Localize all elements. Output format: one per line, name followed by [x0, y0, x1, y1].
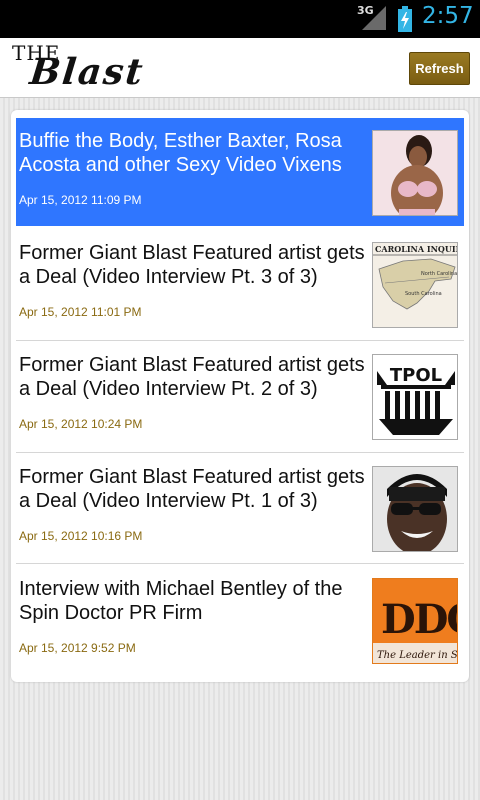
article-thumbnail	[372, 466, 458, 552]
thumb-map-label: South Carolina	[405, 291, 442, 297]
article-title: Interview with Michael Bentley of the Sp…	[19, 578, 343, 624]
clock: 2:57	[422, 3, 474, 29]
thumb-logo-text: TPOL	[390, 365, 442, 386]
article-title: Former Giant Blast Featured artist gets …	[19, 354, 365, 400]
article-date: Apr 15, 2012 11:01 PM	[19, 305, 142, 319]
refresh-button[interactable]: Refresh	[409, 52, 470, 85]
thumb-map-label: North Carolina	[421, 271, 457, 277]
divider	[16, 452, 464, 453]
article-title: Former Giant Blast Featured artist gets …	[19, 466, 365, 512]
article-item[interactable]: Former Giant Blast Featured artist gets …	[16, 454, 464, 562]
article-item[interactable]: Interview with Michael Bentley of the Sp…	[16, 566, 464, 674]
article-title: Former Giant Blast Featured artist gets …	[19, 242, 365, 288]
article-date: Apr 15, 2012 10:24 PM	[19, 417, 143, 431]
battery-charging-icon	[398, 6, 412, 32]
divider	[16, 563, 464, 564]
article-item[interactable]: Buffie the Body, Esther Baxter, Rosa Aco…	[16, 118, 464, 226]
article-date: Apr 15, 2012 9:52 PM	[19, 641, 136, 655]
app-header: THE Blast Refresh	[0, 38, 480, 98]
article-thumbnail: CAROLINA INQUIRE North Carolina South Ca…	[372, 242, 458, 328]
signal-icon	[362, 6, 386, 30]
thumb-logo-text: DDC	[381, 596, 458, 643]
article-title: Buffie the Body, Esther Baxter, Rosa Aco…	[19, 130, 342, 176]
article-date: Apr 15, 2012 10:16 PM	[19, 529, 143, 543]
logo-blast: Blast	[27, 51, 147, 93]
article-thumbnail	[372, 130, 458, 216]
divider	[16, 340, 464, 341]
status-bar: 3G 2:57	[0, 0, 480, 38]
article-thumbnail: DDC The Leader in S	[372, 578, 458, 664]
article-date: Apr 15, 2012 11:09 PM	[19, 193, 142, 207]
article-thumbnail: TPOL	[372, 354, 458, 440]
the-blast-logo[interactable]: THE Blast	[10, 41, 158, 97]
thumb-caption: The Leader in S	[377, 650, 458, 661]
thumb-masthead: CAROLINA INQUIRE	[375, 244, 458, 254]
article-item[interactable]: Former Giant Blast Featured artist gets …	[16, 342, 464, 450]
article-item[interactable]: Former Giant Blast Featured artist gets …	[16, 230, 464, 338]
